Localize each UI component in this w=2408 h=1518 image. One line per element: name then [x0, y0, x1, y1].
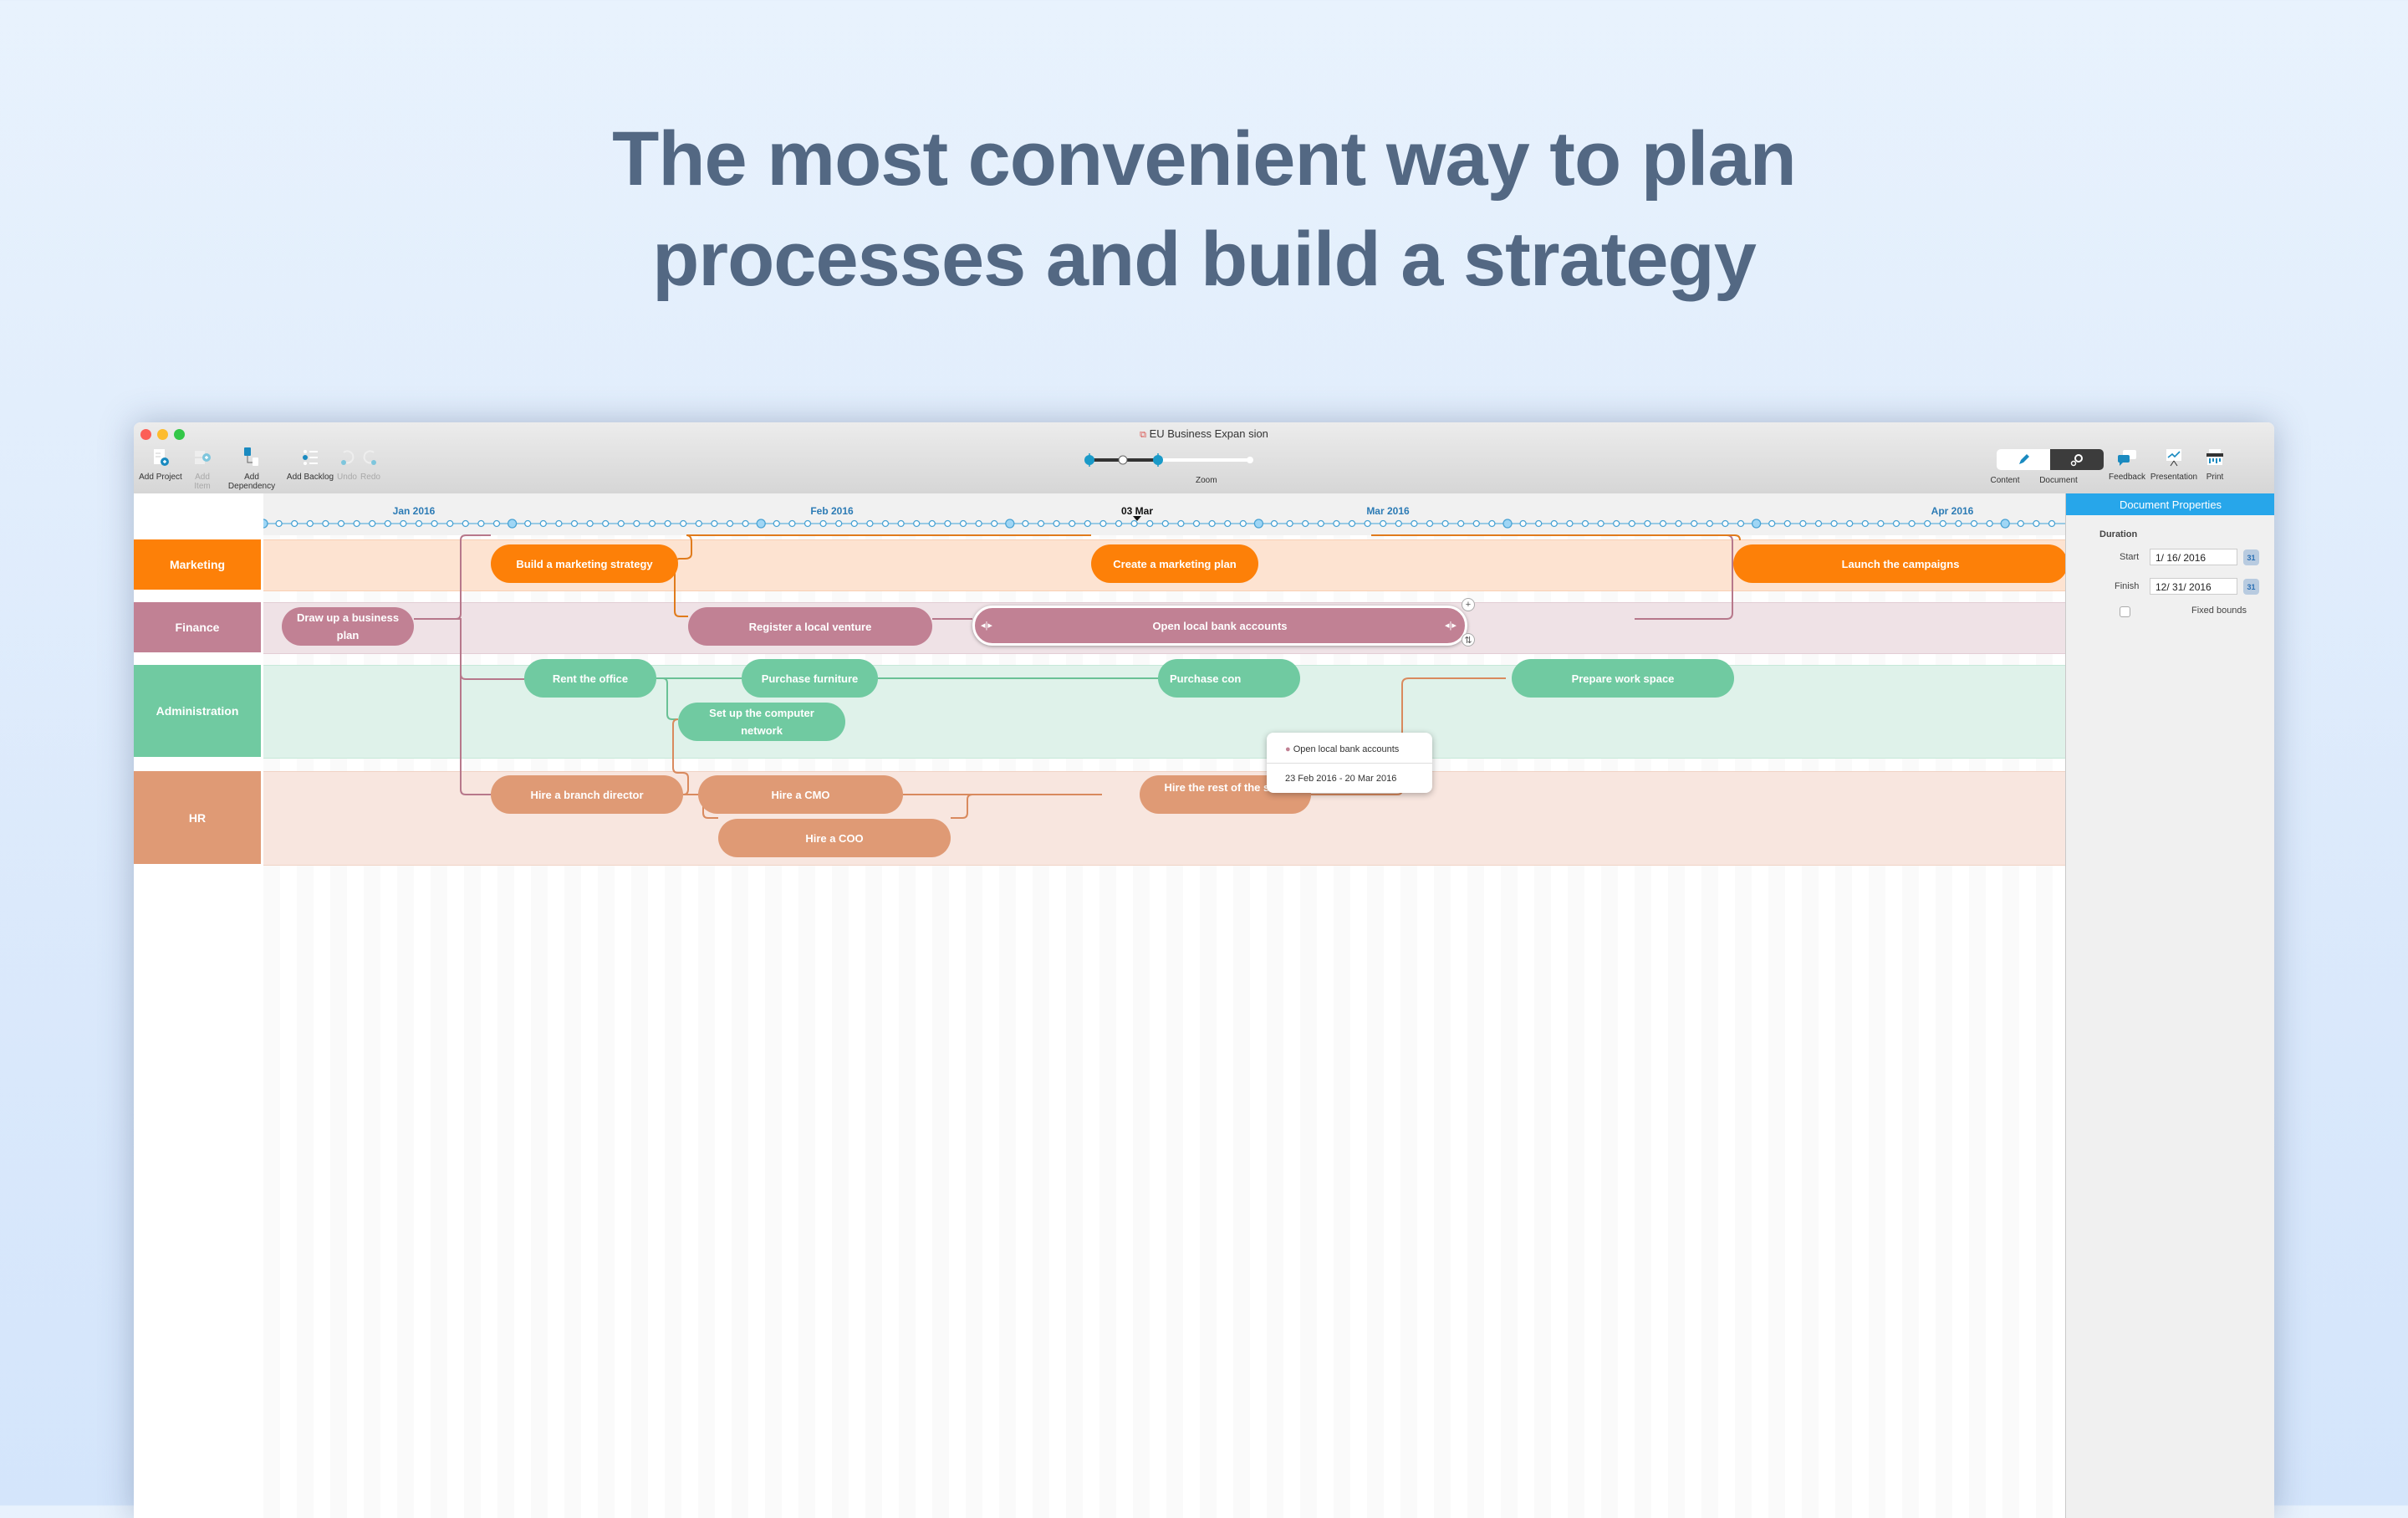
add-backlog-button[interactable]: Add Backlog [286, 446, 334, 482]
feedback-label: Feedback [2109, 473, 2145, 482]
task-purchase-furniture[interactable]: Purchase furniture [742, 659, 878, 698]
connector-plan-to-launch [1371, 534, 1741, 541]
add-item-label: Add Item [194, 473, 211, 491]
headline-line-2: processes and build a strategy [652, 217, 1757, 302]
link-icon[interactable]: ⇅ [1462, 633, 1475, 647]
content-label: Content [1990, 476, 2020, 485]
lane-label-hr[interactable]: HR [134, 771, 261, 864]
start-calendar-icon[interactable]: 31 [2243, 549, 2259, 565]
tooltip-divider [1267, 763, 1432, 764]
timeline-canvas[interactable]: Jan 2016 Feb 2016 Mar 2016 Apr 2016 03 M… [263, 493, 2065, 1518]
feedback-button[interactable]: Feedback [2109, 446, 2145, 482]
print-label: Print [2206, 473, 2224, 482]
task-build-marketing-strategy[interactable]: Build a marketing strategy [491, 544, 678, 583]
tooltip-title-text: Open local bank accounts [1293, 744, 1400, 754]
undo-button[interactable]: Undo [336, 446, 358, 482]
document-properties-header: Document Properties [2066, 493, 2274, 515]
presentation-label: Presentation [2150, 473, 2198, 482]
pencil-icon [2019, 453, 2029, 464]
document-mode-button[interactable] [2050, 449, 2104, 470]
add-backlog-icon [303, 450, 318, 465]
fixed-bounds-label: Fixed bounds [2191, 606, 2247, 616]
add-item-icon [195, 451, 211, 464]
finish-calendar-icon[interactable]: 31 [2243, 579, 2259, 595]
undo-label: Undo [337, 473, 357, 482]
task-tooltip: ● Open local bank accounts 23 Feb 2016 -… [1267, 733, 1432, 793]
window-title-text: EU Business Expan sion [1149, 427, 1268, 440]
duration-section-label: Duration [2099, 529, 2138, 539]
connector-coo-to-staff [951, 794, 982, 819]
feedback-icon [2118, 450, 2136, 466]
zoom-max-point [1247, 457, 1253, 463]
connector-office-to-network [656, 677, 678, 720]
task-hire-branch-director[interactable]: Hire a branch director [491, 775, 683, 814]
lane-label-marketing[interactable]: Marketing [134, 539, 261, 590]
content-mode-button[interactable] [1997, 449, 2050, 470]
inspector-mode-toggle [1997, 449, 2104, 470]
start-label: Start [2120, 552, 2140, 562]
presentation-button[interactable]: Presentation [2147, 446, 2201, 482]
task-create-marketing-plan[interactable]: Create a marketing plan [1091, 544, 1258, 583]
redo-icon [363, 450, 376, 465]
title-bar: ⧉ EU Business Expan sion Add Project Add… [134, 422, 2274, 494]
add-project-label: Add Project [139, 473, 182, 482]
connector-plan-to-director [414, 618, 491, 795]
headline: The most convenient way to plan processe… [0, 109, 2408, 309]
redo-button[interactable]: Redo [360, 446, 381, 482]
zoom-pan-handle[interactable] [1118, 455, 1128, 465]
app-window: ⧉ EU Business Expan sion Add Project Add… [134, 422, 2274, 1518]
task-prepare-work-space[interactable]: Prepare work space [1512, 659, 1734, 698]
connector-plan-to-office [414, 618, 524, 680]
print-button[interactable]: Print [2202, 446, 2227, 482]
add-dependency-icon [244, 447, 258, 466]
task-purchase-con[interactable]: Purchase con [1158, 659, 1300, 698]
resize-right-handle-icon[interactable]: ◂|▸ [1445, 620, 1457, 631]
add-item-button[interactable]: Add Item [186, 446, 219, 491]
gears-icon [2070, 453, 2083, 466]
add-backlog-label: Add Backlog [286, 473, 334, 482]
task-register-local-venture[interactable]: Register a local venture [688, 607, 932, 646]
headline-line-1: The most convenient way to plan [612, 116, 1797, 202]
presentation-icon [2166, 449, 2181, 467]
connector-plan-to-strategy [414, 534, 491, 620]
fixed-bounds-checkbox[interactable] [2120, 606, 2130, 617]
task-hire-cmo[interactable]: Hire a CMO [698, 775, 903, 814]
task-color-dot-icon: ● [1285, 744, 1291, 754]
add-project-icon [154, 449, 169, 466]
resize-left-handle-icon[interactable]: ◂|▸ [981, 620, 992, 631]
add-subtask-icon[interactable]: + [1462, 598, 1475, 611]
task-launch-campaigns[interactable]: Launch the campaigns [1733, 544, 2065, 583]
document-label: Document [2039, 476, 2078, 485]
task-draw-up-business-plan[interactable]: Draw up a business plan [282, 607, 414, 646]
print-icon [2206, 449, 2223, 465]
task-rent-office[interactable]: Rent the office [524, 659, 656, 698]
finish-label: Finish [2115, 581, 2140, 591]
start-date-field[interactable]: 1/ 16/ 2016 [2150, 549, 2237, 565]
lane-label-finance[interactable]: Finance [134, 602, 261, 652]
add-project-button[interactable]: Add Project [139, 446, 182, 482]
add-dependency-button[interactable]: Add Dependency [221, 446, 283, 491]
task-hire-coo[interactable]: Hire a COO [718, 819, 951, 857]
zoom-slider[interactable] [1083, 449, 1258, 471]
zoom-label: Zoom [1196, 476, 1217, 485]
document-icon: ⧉ [1140, 430, 1146, 440]
lane-header-column: Marketing Finance Administration HR [134, 493, 264, 1518]
tooltip-dates: 23 Feb 2016 - 20 Mar 2016 [1285, 774, 1397, 784]
task-open-local-bank-accounts[interactable]: Open local bank accounts [972, 606, 1467, 646]
undo-icon [341, 450, 355, 465]
add-dependency-label: Add Dependency [227, 473, 276, 491]
connector-strategy-to-venture [674, 534, 692, 617]
window-title: ⧉ EU Business Expan sion [134, 427, 2274, 441]
finish-date-field[interactable]: 12/ 31/ 2016 [2150, 578, 2237, 595]
inspector-panel: Document Properties Duration Start 1/ 16… [2065, 493, 2274, 1518]
tooltip-title: ● Open local bank accounts [1285, 744, 1399, 754]
redo-label: Redo [360, 473, 380, 482]
task-setup-computer-network[interactable]: Set up the computer network [678, 703, 845, 741]
lane-label-administration[interactable]: Administration [134, 665, 261, 757]
